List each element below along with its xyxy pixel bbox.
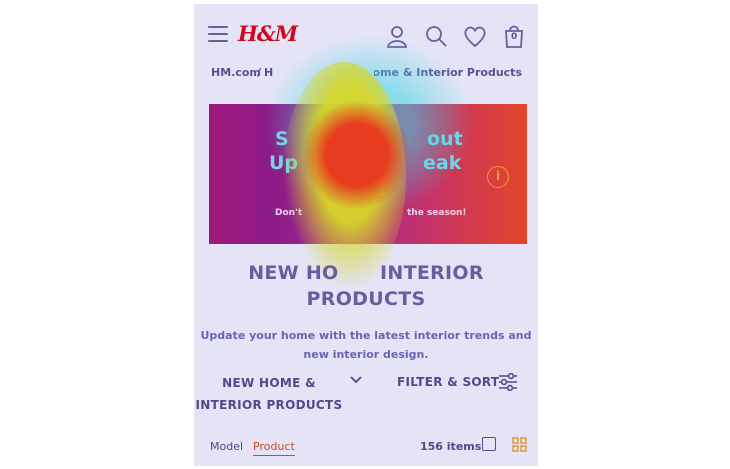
heatmap-red xyxy=(302,100,412,210)
filter-icon[interactable] xyxy=(498,373,518,391)
category-label-line2: INTERIOR PRODUCTS xyxy=(195,398,343,412)
page-title-mid: HO xyxy=(305,262,339,284)
grid-view-icon[interactable] xyxy=(512,437,527,452)
tab-product[interactable]: Product xyxy=(253,440,295,456)
info-icon[interactable]: i xyxy=(487,166,509,188)
basket-count: 0 xyxy=(511,32,518,42)
phone-screen: H&M 0 HM.com / H New Home & Interior Pro… xyxy=(194,4,538,466)
category-label-line1: NEW HOME & xyxy=(222,376,316,390)
items-count: 156 items xyxy=(420,440,482,453)
category-dropdown[interactable]: NEW HOME & INTERIOR PRODUCTS xyxy=(194,372,344,416)
filter-sort-button[interactable]: FILTER & SORT xyxy=(397,375,499,389)
breadcrumb-item[interactable]: H xyxy=(264,66,273,79)
page-title: NEW HO INTERIOR xyxy=(194,262,538,284)
page-title-right: INTERIOR xyxy=(380,262,484,284)
banner-caption-right: the season! xyxy=(407,208,467,218)
page-description-line2: new interior design. xyxy=(303,348,429,361)
breadcrumb-separator: / xyxy=(257,66,262,79)
page-title-line2: PRODUCTS xyxy=(306,288,426,310)
single-view-icon[interactable] xyxy=(482,437,496,451)
chevron-down-icon[interactable] xyxy=(349,375,363,385)
page-title-left: NEW xyxy=(248,262,299,284)
tab-model[interactable]: Model xyxy=(210,440,243,453)
breadcrumb-home[interactable]: HM.com xyxy=(211,66,261,79)
search-icon[interactable] xyxy=(423,23,449,49)
menu-icon[interactable] xyxy=(208,26,228,42)
heart-icon[interactable] xyxy=(462,23,488,49)
hm-logo[interactable]: H&M xyxy=(238,21,298,46)
page-description-line1: Update your home with the latest interio… xyxy=(200,329,532,342)
